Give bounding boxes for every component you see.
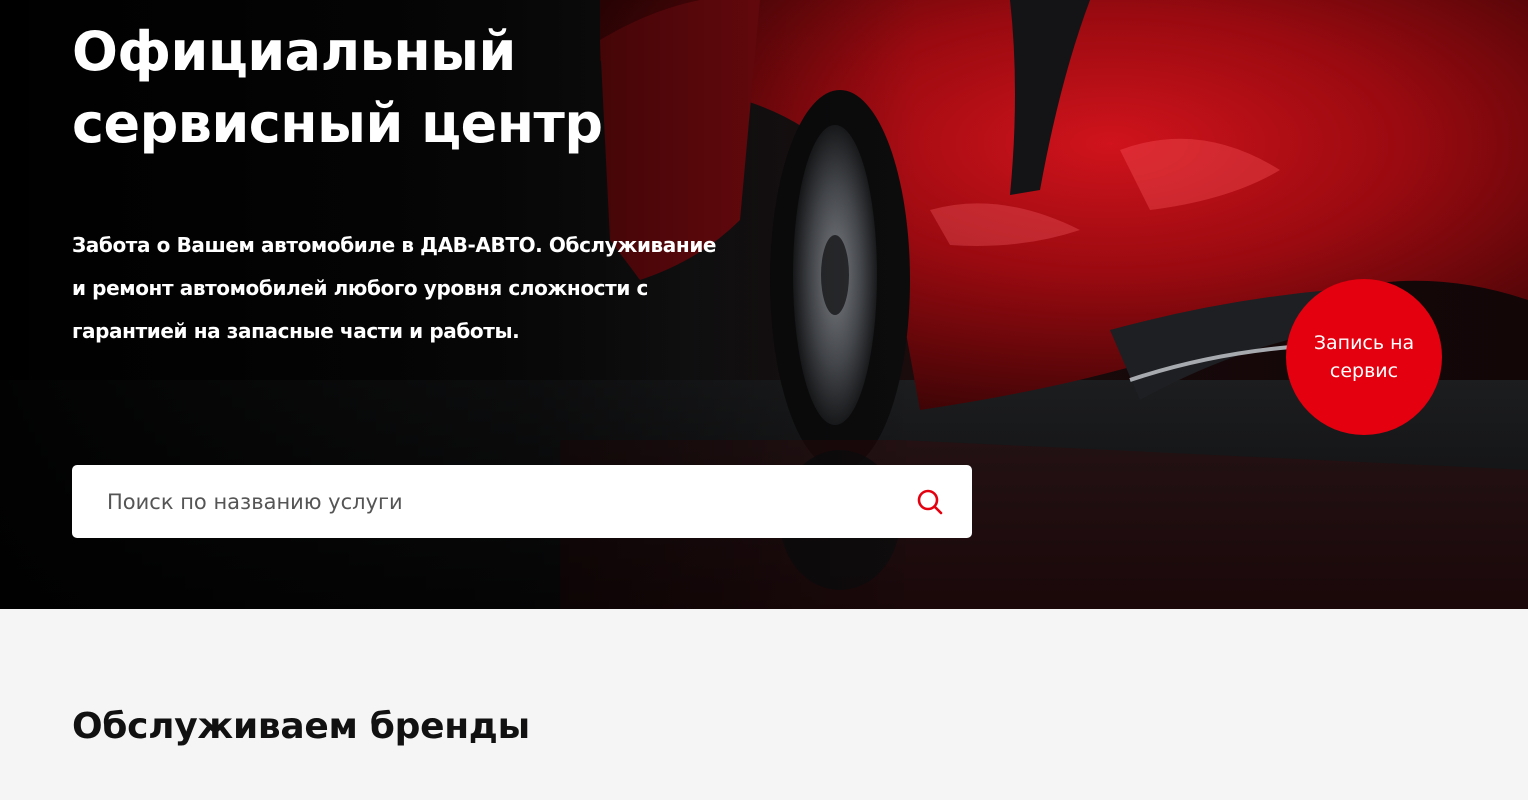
book-service-button[interactable]: Запись на сервис — [1286, 279, 1442, 435]
book-service-label: Запись на сервис — [1313, 332, 1415, 382]
page-title: Официальный сервисный центр — [72, 16, 672, 160]
title-line-2: сервисный центр — [72, 92, 603, 155]
title-line-1: Официальный — [72, 20, 516, 83]
hero-description: Забота о Вашем автомобиле в ДАВ-АВТО. Об… — [72, 233, 717, 343]
search-icon[interactable] — [916, 488, 944, 516]
service-search-bar — [72, 465, 972, 538]
brands-section-title: Обслуживаем бренды — [72, 706, 530, 747]
search-input[interactable] — [72, 465, 892, 538]
hero-banner: Официальный сервисный центр Забота о Ваш… — [0, 0, 1528, 609]
